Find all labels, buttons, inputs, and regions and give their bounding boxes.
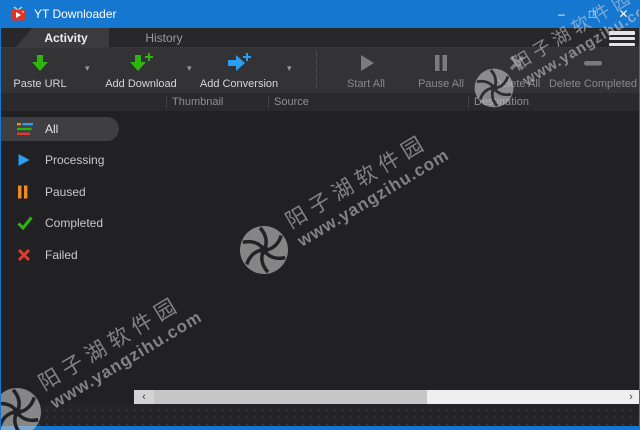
add-conversion-icon: [228, 53, 251, 71]
tab-history[interactable]: History: [109, 28, 219, 48]
sidebar-item-processing[interactable]: Processing: [1, 148, 131, 172]
sidebar-item-all[interactable]: All: [1, 117, 119, 141]
app-logo-icon: [11, 6, 25, 21]
paste-url-button[interactable]: Paste URL: [1, 52, 79, 90]
pause-all-label: Pause All: [418, 78, 464, 90]
add-download-label: Add Download: [105, 78, 177, 90]
tab-bar: Activity History: [1, 28, 639, 48]
column-destination[interactable]: Destination: [474, 93, 529, 111]
column-separator: [468, 96, 469, 108]
close-button[interactable]: ✕: [608, 0, 639, 28]
add-download-icon: [130, 53, 153, 71]
start-all-icon: [361, 55, 374, 71]
failed-icon: [17, 248, 33, 262]
minimize-button[interactable]: –: [546, 0, 577, 28]
column-separator: [268, 96, 269, 108]
all-filter-icon: [17, 122, 33, 136]
start-all-label: Start All: [347, 78, 385, 90]
completed-icon: [17, 216, 33, 230]
paste-url-icon: [32, 55, 48, 71]
list-header: Thumbnail Source Destination: [1, 93, 639, 111]
delete-all-icon: [509, 55, 525, 71]
add-download-dropdown-icon[interactable]: ▾: [187, 63, 192, 74]
watermark-text-cn: 阳子湖软件园: [34, 292, 186, 396]
tab-activity[interactable]: Activity: [15, 28, 109, 48]
delete-completed-icon: [584, 61, 602, 66]
sidebar-label-failed: Failed: [45, 248, 78, 262]
sidebar-label-all: All: [45, 122, 59, 136]
maximize-button[interactable]: □: [577, 0, 608, 28]
add-conversion-button[interactable]: Add Conversion: [195, 52, 283, 90]
start-all-button[interactable]: Start All: [326, 52, 406, 90]
watermark-spiral-icon: [240, 226, 288, 274]
sidebar-item-completed[interactable]: Completed: [1, 211, 131, 235]
paste-url-dropdown-icon[interactable]: ▾: [85, 63, 90, 74]
window-title: YT Downloader: [34, 7, 117, 21]
processing-icon: [17, 153, 33, 167]
horizontal-scrollbar[interactable]: ‹ ›: [134, 390, 639, 404]
add-conversion-label: Add Conversion: [199, 78, 279, 90]
title-bar: YT Downloader – □ ✕: [1, 0, 639, 28]
column-source[interactable]: Source: [274, 93, 309, 111]
scroll-right-icon[interactable]: ›: [621, 390, 639, 404]
sidebar-label-processing: Processing: [45, 153, 105, 167]
toolbar: Paste URL ▾ Add Download ▾ Add Conversio…: [1, 48, 639, 93]
delete-completed-button[interactable]: Delete Completed: [545, 52, 639, 90]
pause-all-button[interactable]: Pause All: [401, 52, 481, 90]
watermark-text-url: www.yangzihu.com: [294, 145, 453, 251]
app-window: YT Downloader – □ ✕ Activity History Pas…: [0, 0, 640, 430]
delete-completed-label: Delete Completed: [548, 78, 638, 90]
sidebar-item-failed[interactable]: Failed: [1, 243, 131, 267]
sidebar-label-paused: Paused: [45, 185, 86, 199]
pause-all-icon: [435, 55, 447, 71]
watermark: 阳子湖软件园 www.yangzihu.com: [228, 121, 455, 286]
scroll-left-icon[interactable]: ‹: [134, 390, 154, 404]
sidebar-item-paused[interactable]: Paused: [1, 180, 131, 204]
watermark-text-cn: 阳子湖软件园: [281, 130, 433, 234]
window-controls: – □ ✕: [546, 0, 639, 28]
toolbar-separator: [316, 52, 317, 88]
window-bottom-border: [1, 426, 639, 430]
scrollbar-thumb[interactable]: [154, 390, 427, 404]
paste-url-label: Paste URL: [13, 78, 67, 90]
column-separator: [166, 96, 167, 108]
column-thumbnail[interactable]: Thumbnail: [172, 93, 223, 111]
menu-icon[interactable]: [609, 31, 635, 46]
paused-icon: [17, 185, 33, 199]
status-strip: [1, 404, 639, 426]
add-conversion-dropdown-icon[interactable]: ▾: [287, 63, 292, 74]
delete-all-label: Delete All: [493, 78, 541, 90]
sidebar-label-completed: Completed: [45, 216, 104, 230]
add-download-button[interactable]: Add Download: [99, 52, 183, 90]
